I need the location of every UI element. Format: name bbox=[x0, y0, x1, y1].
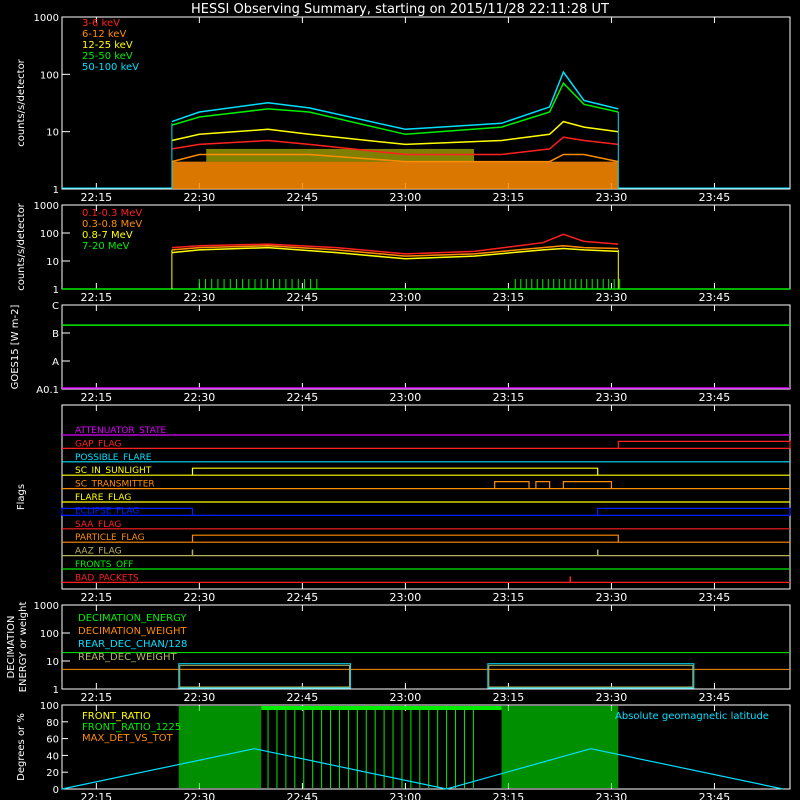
x-tick-label-p1-3: 23:00 bbox=[390, 191, 422, 204]
legend-p1-0: 3-6 keV bbox=[82, 18, 120, 29]
front-ratio-top bbox=[261, 706, 502, 710]
x-tick-label-p2-2: 22:45 bbox=[287, 291, 319, 304]
y-label-p5a: DECIMATION bbox=[6, 615, 17, 678]
y-tick-label-p5-3: 1000 bbox=[34, 601, 59, 612]
legend-p6-0: FRONT_RATIO bbox=[82, 711, 151, 722]
y-tick-label-p5-2: 100 bbox=[40, 629, 59, 640]
x-tick-label-p5-0: 22:15 bbox=[80, 691, 112, 704]
x-tick-label-p4-4: 23:15 bbox=[493, 591, 525, 604]
x-tick-label-p3-2: 22:45 bbox=[287, 391, 319, 404]
legend-p2-1: 0.3-0.8 MeV bbox=[82, 219, 142, 230]
x-tick-label-p1-1: 22:30 bbox=[184, 191, 216, 204]
x-tick-label-p4-6: 23:45 bbox=[699, 591, 731, 604]
legend-p5-0: DECIMATION_ENERGY bbox=[78, 613, 187, 624]
y-tick-label-p6-3: 60 bbox=[46, 735, 59, 746]
y-tick-label-p1-1: 10 bbox=[46, 128, 59, 139]
y-tick-label-p6-0: 0 bbox=[53, 785, 59, 796]
legend-p1-1: 6-12 keV bbox=[82, 29, 126, 40]
front-ratio-block-1 bbox=[178, 706, 262, 788]
legend-p2-3: 7-20 MeV bbox=[82, 241, 130, 252]
x-tick-label-p6-5: 23:30 bbox=[596, 791, 628, 800]
y-tick-label-p3-3: C bbox=[52, 301, 59, 312]
legend-p5-3: REAR_DEC_WEIGHT bbox=[78, 652, 177, 663]
y-tick-label-p5-1: 10 bbox=[46, 657, 59, 668]
y-tick-label-p3-0: A0.1 bbox=[36, 385, 59, 396]
legend-p6-1: FRONT_RATIO_1225 bbox=[82, 722, 181, 733]
x-tick-label-p4-5: 23:30 bbox=[596, 591, 628, 604]
y-tick-label-p2-2: 100 bbox=[40, 229, 59, 240]
x-tick-label-p2-4: 23:15 bbox=[493, 291, 525, 304]
x-tick-label-p3-6: 23:45 bbox=[699, 391, 731, 404]
x-tick-label-p2-3: 23:00 bbox=[390, 291, 422, 304]
legend-p5-2: REAR_DEC_CHAN/128 bbox=[78, 639, 187, 650]
x-tick-label-p4-0: 22:15 bbox=[80, 591, 112, 604]
legend-p1-2: 12-25 keV bbox=[82, 40, 133, 51]
y-label-p6: Degrees or % bbox=[16, 713, 27, 781]
y-tick-label-p6-1: 20 bbox=[46, 768, 59, 779]
x-tick-label-p2-0: 22:15 bbox=[80, 291, 112, 304]
x-tick-label-p4-1: 22:30 bbox=[184, 591, 216, 604]
hessi-observing-summary: HESSI Observing Summary, starting on 201… bbox=[0, 0, 800, 800]
x-tick-label-p5-5: 23:30 bbox=[596, 691, 628, 704]
fill-6-12kev bbox=[171, 161, 619, 189]
y-label-p4: Flags bbox=[16, 484, 27, 510]
y-label-p5b: ENERGY or weight bbox=[18, 602, 29, 693]
legend-p1-4: 50-100 keV bbox=[82, 62, 139, 73]
y-tick-label-p5-0: 1 bbox=[53, 685, 59, 696]
y-tick-label-p6-5: 100 bbox=[40, 701, 59, 712]
y-tick-label-p2-0: 1 bbox=[53, 285, 59, 296]
x-tick-label-p6-0: 22:15 bbox=[80, 791, 112, 800]
y-tick-label-p3-2: B bbox=[52, 329, 59, 340]
y-label-p3: GOES15 [W m-2] bbox=[10, 305, 21, 390]
legend-p5-1: DECIMATION_WEIGHT bbox=[78, 626, 187, 637]
x-tick-label-p6-4: 23:15 bbox=[493, 791, 525, 800]
y-tick-label-p6-2: 40 bbox=[46, 751, 59, 762]
x-tick-label-p1-5: 23:30 bbox=[596, 191, 628, 204]
x-tick-label-p4-3: 23:00 bbox=[390, 591, 422, 604]
x-tick-label-p2-1: 22:30 bbox=[184, 291, 216, 304]
front-ratio-block-2 bbox=[501, 706, 619, 788]
x-tick-label-p1-0: 22:15 bbox=[80, 191, 112, 204]
y-tick-label-p1-0: 1 bbox=[53, 185, 59, 196]
x-tick-label-p4-2: 22:45 bbox=[287, 591, 319, 604]
chart-title: HESSI Observing Summary, starting on 201… bbox=[191, 2, 609, 17]
y-tick-label-p2-1: 10 bbox=[46, 257, 59, 268]
y-tick-label-p3-1: A bbox=[52, 357, 59, 368]
x-tick-label-p5-3: 23:00 bbox=[390, 691, 422, 704]
y-tick-label-p1-2: 100 bbox=[40, 70, 59, 81]
x-tick-label-p1-4: 23:15 bbox=[493, 191, 525, 204]
y-label-p2: counts/s/detector bbox=[16, 202, 27, 290]
geomagnetic-annotation: Absolute geomagnetic latitude bbox=[615, 711, 769, 722]
x-tick-label-p3-1: 22:30 bbox=[184, 391, 216, 404]
x-tick-label-p3-4: 23:15 bbox=[493, 391, 525, 404]
x-tick-label-p5-4: 23:15 bbox=[493, 691, 525, 704]
y-label-p1: counts/s/detector bbox=[16, 58, 27, 146]
legend-p2-2: 0.8-7 MeV bbox=[82, 230, 133, 241]
y-tick-label-p6-4: 80 bbox=[46, 718, 59, 729]
x-tick-label-p5-2: 22:45 bbox=[287, 691, 319, 704]
x-tick-label-p5-1: 22:30 bbox=[184, 691, 216, 704]
legend-p6-2: MAX_DET_VS_TOT bbox=[82, 733, 174, 744]
x-tick-label-p6-3: 23:00 bbox=[390, 791, 422, 800]
x-tick-label-p3-3: 23:00 bbox=[390, 391, 422, 404]
x-tick-label-p2-6: 23:45 bbox=[699, 291, 731, 304]
x-tick-label-p3-5: 23:30 bbox=[596, 391, 628, 404]
legend-p1-3: 25-50 keV bbox=[82, 51, 133, 62]
fill-12-25kev bbox=[206, 148, 475, 162]
legend-p2-0: 0.1-0.3 MeV bbox=[82, 208, 142, 219]
x-tick-label-p1-2: 22:45 bbox=[287, 191, 319, 204]
x-tick-label-p6-1: 22:30 bbox=[184, 791, 216, 800]
y-tick-label-p1-3: 1000 bbox=[34, 13, 59, 24]
x-tick-label-p2-5: 23:30 bbox=[596, 291, 628, 304]
x-tick-label-p5-6: 23:45 bbox=[699, 691, 731, 704]
x-tick-label-p1-6: 23:45 bbox=[699, 191, 731, 204]
x-tick-label-p6-6: 23:45 bbox=[699, 791, 731, 800]
x-tick-label-p3-0: 22:15 bbox=[80, 391, 112, 404]
x-tick-label-p6-2: 22:45 bbox=[287, 791, 319, 800]
y-tick-label-p2-3: 1000 bbox=[34, 201, 59, 212]
